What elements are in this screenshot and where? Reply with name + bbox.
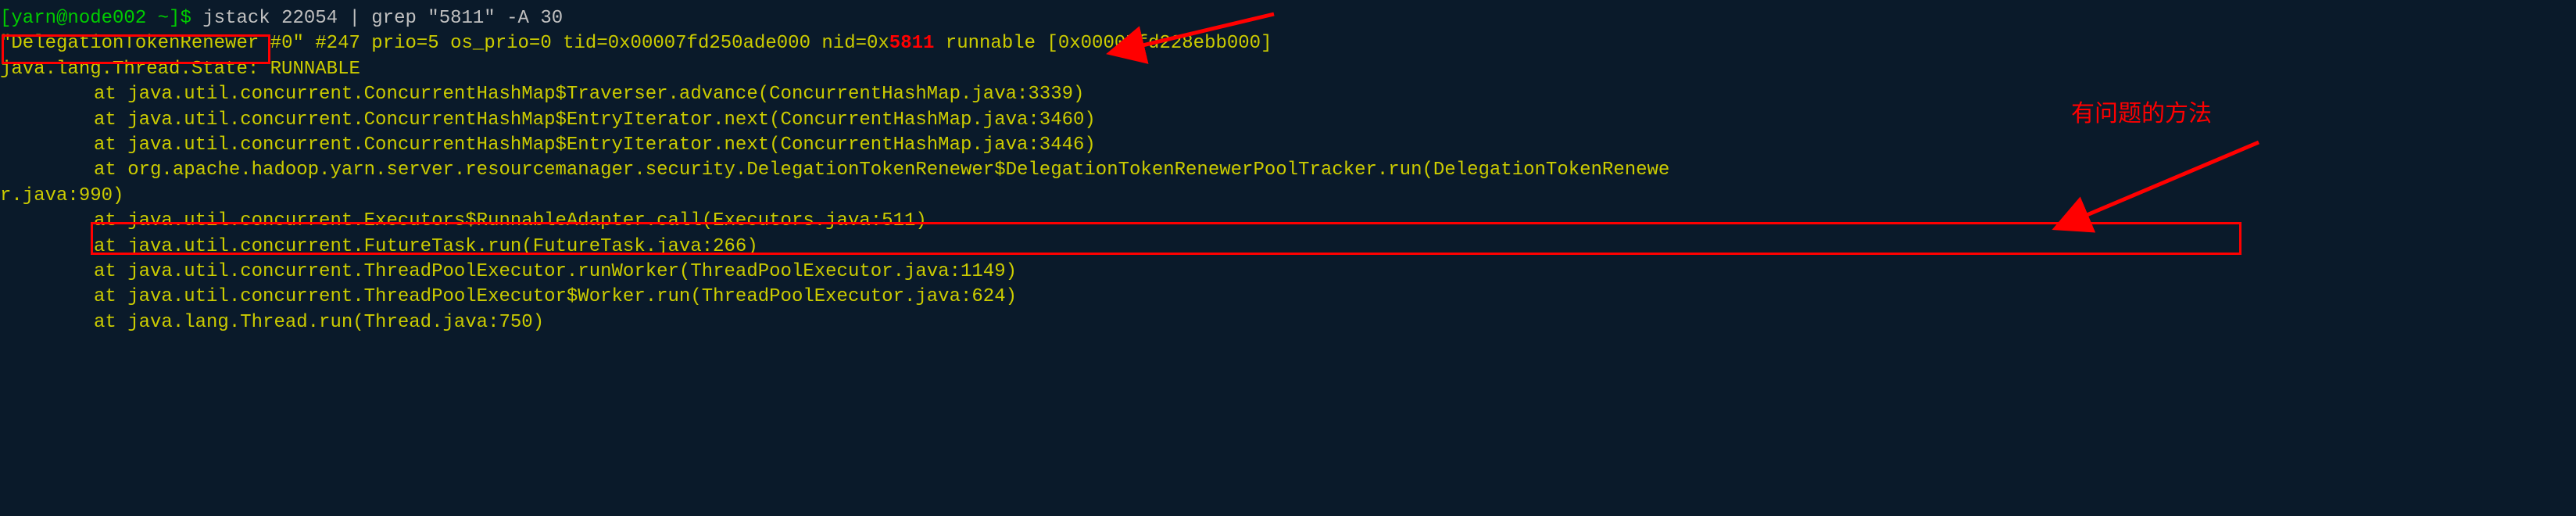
thread-header-pre: #0" #247 prio=5 os_prio=0 tid=0x00007fd2… — [259, 33, 889, 54]
stack-trace-line: at java.util.concurrent.FutureTask.run(F… — [0, 235, 2576, 260]
problem-trace-continuation: r.java:990) — [0, 184, 2576, 209]
problem-trace-line: at org.apache.hadoop.yarn.server.resourc… — [0, 158, 2576, 183]
stack-trace-line: at java.util.concurrent.Executors$Runnab… — [0, 209, 2576, 234]
stack-trace-line: at java.lang.Thread.run(Thread.java:750) — [0, 310, 2576, 335]
annotation-label: 有问题的方法 — [2071, 94, 2212, 128]
problem-trace-suffix: (DelegationTokenRenewe — [1422, 159, 1669, 181]
problem-trace-prefix: at org.apache.hadoop.yarn.server.resourc… — [94, 159, 1422, 181]
thread-name: "DelegationTokenRenewer — [0, 33, 259, 54]
stack-trace-line: at java.util.concurrent.ThreadPoolExecut… — [0, 285, 2576, 310]
thread-header-line: "DelegationTokenRenewer #0" #247 prio=5 … — [0, 31, 2576, 56]
thread-header-post: runnable [0x00007fd228ebb000] — [934, 33, 1272, 54]
command-line: [yarn@node002 ~]$ jstack 22054 | grep "5… — [0, 6, 2576, 31]
command-text: jstack 22054 | grep "5811" -A 30 — [191, 8, 563, 29]
thread-nid: 5811 — [889, 33, 935, 54]
stack-trace-line: at java.util.concurrent.ThreadPoolExecut… — [0, 260, 2576, 285]
thread-state-line: java.lang.Thread.State: RUNNABLE — [0, 57, 2576, 82]
prompt-userhost: [yarn@node002 ~]$ — [0, 8, 191, 29]
stack-trace-line: at java.util.concurrent.ConcurrentHashMa… — [0, 133, 2576, 158]
